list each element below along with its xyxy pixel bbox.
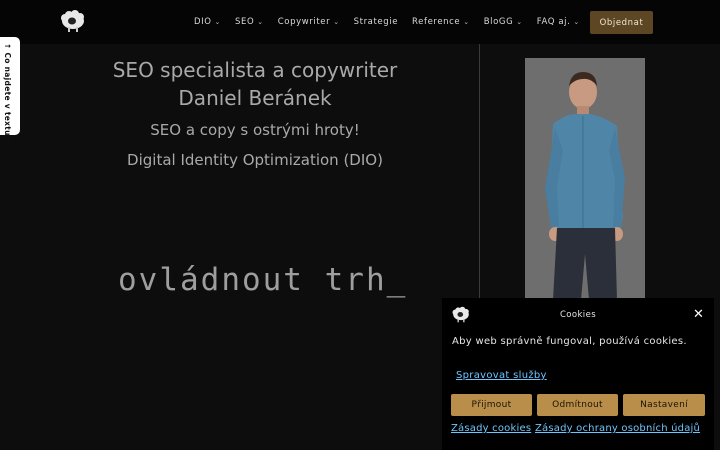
site-header: DIO ⌄ SEO ⌄ Copywriter ⌄ Strategie Refer…: [0, 0, 720, 44]
nav-item-label: Copywriter: [277, 17, 331, 27]
cookie-message: Aby web správně fungoval, používá cookie…: [452, 336, 687, 347]
nav-item-dio[interactable]: DIO ⌄: [194, 17, 221, 27]
hero-title: SEO specialista a copywriter Daniel Berá…: [90, 56, 420, 112]
privacy-policy-link[interactable]: Zásady ochrany osobních údajů: [535, 423, 700, 434]
sheep-logo-icon[interactable]: [59, 9, 87, 33]
toc-side-tab[interactable]: ↑ Co najdete v textu?: [0, 37, 20, 140]
nav-item-blogg[interactable]: BloGG ⌄: [484, 17, 523, 27]
close-icon[interactable]: ✕: [693, 308, 704, 321]
hero-subtitle: SEO a copy s ostrými hroty!: [150, 121, 360, 139]
cookie-dialog: Cookies ✕ Aby web správně fungoval, použ…: [442, 298, 714, 450]
nav-item-label: DIO: [194, 17, 212, 27]
main-nav: DIO ⌄ SEO ⌄ Copywriter ⌄ Strategie Refer…: [194, 0, 594, 44]
nav-item-reference[interactable]: Reference ⌄: [412, 17, 470, 27]
author-photo: [525, 58, 645, 300]
nav-item-copywriter[interactable]: Copywriter ⌄: [278, 17, 340, 27]
typed-text: ovládnout trh_: [118, 262, 408, 298]
nav-item-label: BloGG: [483, 17, 514, 27]
nav-item-label: FAQ aj.: [536, 17, 571, 27]
hero-title-line2: Daniel Beránek: [178, 86, 332, 110]
cookie-policy-link[interactable]: Zásady cookies: [451, 423, 531, 434]
nav-item-label: SEO: [235, 17, 255, 27]
chevron-down-icon: ⌄: [214, 18, 222, 26]
nav-item-seo[interactable]: SEO ⌄: [235, 17, 264, 27]
settings-button[interactable]: Nastavení: [623, 394, 705, 416]
chevron-down-icon: ⌄: [463, 18, 470, 26]
hero-subtitle-dio: Digital Identity Optimization (DIO): [127, 151, 383, 169]
chevron-down-icon: ⌄: [257, 18, 264, 26]
toc-side-tab-label: ↑ Co najdete v textu?: [3, 43, 12, 141]
person-photo-icon: [525, 58, 645, 300]
nav-item-faq[interactable]: FAQ aj. ⌄: [537, 17, 580, 27]
reject-button[interactable]: Odmítnout: [537, 394, 618, 416]
order-button[interactable]: Objednat: [590, 11, 653, 34]
hero-title-line1: SEO specialista a copywriter: [112, 58, 398, 82]
nav-item-strategie[interactable]: Strategie: [354, 17, 398, 27]
chevron-down-icon: ⌄: [516, 18, 523, 26]
accept-button[interactable]: Přijmout: [451, 394, 532, 416]
nav-item-label: Reference: [412, 17, 461, 27]
manage-services-link[interactable]: Spravovat služby: [456, 370, 547, 381]
cookie-dialog-title: Cookies: [559, 310, 597, 320]
chevron-down-icon: ⌄: [333, 18, 340, 26]
chevron-down-icon: ⌄: [573, 18, 580, 26]
nav-item-label: Strategie: [353, 17, 399, 27]
